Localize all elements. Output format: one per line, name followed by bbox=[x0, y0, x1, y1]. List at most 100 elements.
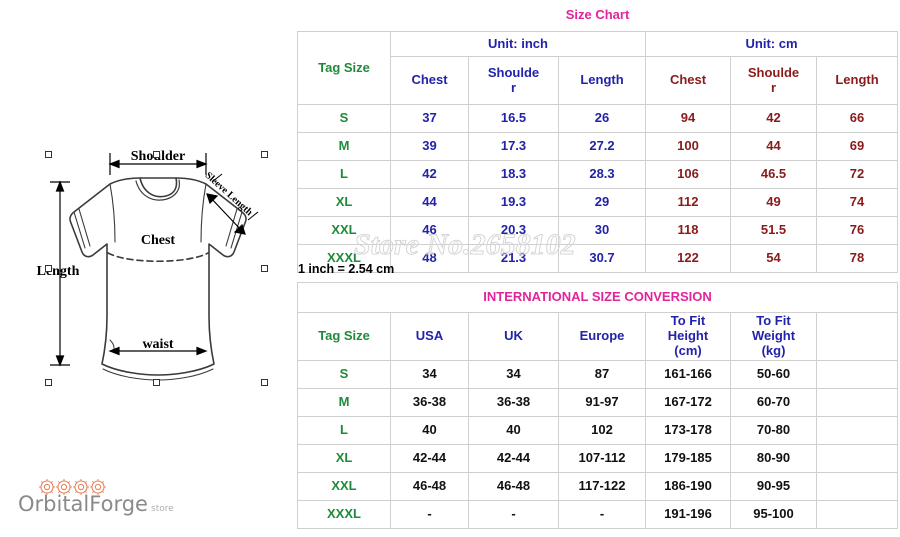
header-empty bbox=[815, 312, 899, 361]
tshirt-diagram[interactable]: Shoulder Chest waist Length Sleeve Lengt… bbox=[0, 120, 290, 400]
cell-europe: 117-122 bbox=[558, 472, 646, 501]
tables-panel: Size Chart Tag Size Unit: inch Unit: cm … bbox=[296, 0, 899, 537]
cell-inch-chest: 44 bbox=[390, 188, 469, 217]
selection-handle-bottom-right[interactable] bbox=[261, 379, 268, 386]
cell-europe: 87 bbox=[558, 360, 646, 389]
conversion-header-row: Tag Size USA UK Europe To Fit Height (cm) … bbox=[297, 312, 899, 361]
selection-handle-middle-right[interactable] bbox=[261, 265, 268, 272]
unit-inch-header: Unit: inch bbox=[390, 31, 646, 57]
size-chart-tag: L bbox=[297, 160, 391, 189]
cell-uk: 46-48 bbox=[468, 472, 559, 501]
table-row: M 36-38 36-38 91-97 167-172 60-70 bbox=[297, 388, 899, 417]
conversion-tag: M bbox=[297, 388, 391, 417]
cell-inch-length: 26 bbox=[558, 104, 646, 133]
cell-fit-height: 167-172 bbox=[645, 388, 731, 417]
cell-inch-length: 30.7 bbox=[558, 244, 646, 273]
cell-inch-length: 28.3 bbox=[558, 160, 646, 189]
header-usa: USA bbox=[390, 312, 469, 361]
diagram-label-waist: waist bbox=[142, 337, 173, 352]
selection-handle-middle-left[interactable] bbox=[45, 265, 52, 272]
cell-inch-chest: 39 bbox=[390, 132, 469, 161]
size-chart-title: Size Chart bbox=[297, 0, 898, 32]
cell-cm-shoulder: 44 bbox=[730, 132, 817, 161]
table-row: XL 44 19.3 29 112 49 74 bbox=[297, 188, 899, 217]
cell-inch-chest: 42 bbox=[390, 160, 469, 189]
table-row: L 42 18.3 28.3 106 46.5 72 bbox=[297, 160, 899, 189]
table-row: XXL 46-48 46-48 117-122 186-190 90-95 bbox=[297, 472, 899, 501]
cell-uk: 40 bbox=[468, 416, 559, 445]
cell-cm-shoulder: 49 bbox=[730, 188, 817, 217]
size-chart-tag: M bbox=[297, 132, 391, 161]
conversion-tag: XXL bbox=[297, 472, 391, 501]
cell-cm-shoulder: 51.5 bbox=[730, 216, 817, 245]
selection-handle-bottom-left[interactable] bbox=[45, 379, 52, 386]
cell-empty bbox=[815, 388, 899, 417]
header-europe: Europe bbox=[558, 312, 646, 361]
cell-cm-length: 66 bbox=[815, 104, 899, 133]
diagram-label-chest: Chest bbox=[141, 233, 176, 248]
cell-usa: 40 bbox=[390, 416, 469, 445]
selection-handle-top-right[interactable] bbox=[261, 151, 268, 158]
cell-cm-length: 78 bbox=[815, 244, 899, 273]
cell-cm-chest: 118 bbox=[645, 216, 731, 245]
size-chart-table: Size Chart Tag Size Unit: inch Unit: cm … bbox=[297, 0, 899, 273]
cell-europe: - bbox=[558, 500, 646, 529]
cell-cm-chest: 112 bbox=[645, 188, 731, 217]
cell-usa: - bbox=[390, 500, 469, 529]
cell-empty bbox=[815, 472, 899, 501]
cell-inch-length: 30 bbox=[558, 216, 646, 245]
cell-fit-height: 173-178 bbox=[645, 416, 731, 445]
brand-subtitle: store bbox=[151, 504, 174, 514]
brand-logo: OrbitalForge store bbox=[18, 478, 218, 528]
conversion-title-row: INTERNATIONAL SIZE CONVERSION bbox=[296, 282, 899, 313]
header-fit-height: To Fit Height (cm) bbox=[645, 312, 731, 361]
cell-cm-shoulder: 42 bbox=[730, 104, 817, 133]
diagram-label-length: Length bbox=[37, 264, 80, 279]
header-inch-length: Length bbox=[558, 56, 646, 105]
selection-handle-bottom-center[interactable] bbox=[153, 379, 160, 386]
selection-handle-top-center[interactable] bbox=[153, 151, 160, 158]
cell-empty bbox=[815, 416, 899, 445]
header-cm-shoulder: Shoulde r bbox=[730, 56, 817, 105]
table-row: XXL 46 20.3 30 118 51.5 76 bbox=[297, 216, 899, 245]
table-row: L 40 40 102 173-178 70-80 bbox=[297, 416, 899, 445]
header-cm-length: Length bbox=[815, 56, 899, 105]
brand-name: OrbitalForge bbox=[18, 492, 148, 516]
unit-cm-header: Unit: cm bbox=[644, 31, 899, 57]
cell-uk: - bbox=[468, 500, 559, 529]
size-chart-unit-row: Tag Size Unit: inch Unit: cm bbox=[297, 31, 899, 105]
cell-inch-length: 27.2 bbox=[558, 132, 646, 161]
cell-fit-height: 161-166 bbox=[645, 360, 731, 389]
conversion-tag: S bbox=[297, 360, 391, 389]
cell-inch-chest: 46 bbox=[390, 216, 469, 245]
cell-inch-shoulder: 19.3 bbox=[468, 188, 559, 217]
selection-handle-top-left[interactable] bbox=[45, 151, 52, 158]
header-cm-chest: Chest bbox=[645, 56, 731, 105]
cell-fit-weight: 70-80 bbox=[730, 416, 817, 445]
cell-inch-shoulder: 18.3 bbox=[468, 160, 559, 189]
conversion-title: INTERNATIONAL SIZE CONVERSION bbox=[296, 282, 899, 313]
cell-europe: 102 bbox=[558, 416, 646, 445]
cell-cm-shoulder: 54 bbox=[730, 244, 817, 273]
size-chart-tag: XXL bbox=[297, 216, 391, 245]
header-uk: UK bbox=[468, 312, 559, 361]
size-chart-page: Shoulder Chest waist Length Sleeve Lengt… bbox=[0, 0, 900, 537]
cell-empty bbox=[815, 360, 899, 389]
cell-cm-chest: 106 bbox=[645, 160, 731, 189]
table-row: XL 42-44 42-44 107-112 179-185 80-90 bbox=[297, 444, 899, 473]
cell-uk: 42-44 bbox=[468, 444, 559, 473]
cell-cm-length: 76 bbox=[815, 216, 899, 245]
cell-inch-shoulder: 16.5 bbox=[468, 104, 559, 133]
conversion-table: INTERNATIONAL SIZE CONVERSION Tag Size U… bbox=[296, 282, 899, 529]
conversion-tag: XXXL bbox=[297, 500, 391, 529]
conversion-tag: XL bbox=[297, 444, 391, 473]
cell-empty bbox=[815, 444, 899, 473]
cell-usa: 42-44 bbox=[390, 444, 469, 473]
table-row: XXXL - - - 191-196 95-100 bbox=[297, 500, 899, 529]
cell-uk: 34 bbox=[468, 360, 559, 389]
cell-fit-weight: 60-70 bbox=[730, 388, 817, 417]
cell-inch-shoulder: 21.3 bbox=[468, 244, 559, 273]
cell-cm-shoulder: 46.5 bbox=[730, 160, 817, 189]
size-chart-tag: XL bbox=[297, 188, 391, 217]
cell-usa: 34 bbox=[390, 360, 469, 389]
